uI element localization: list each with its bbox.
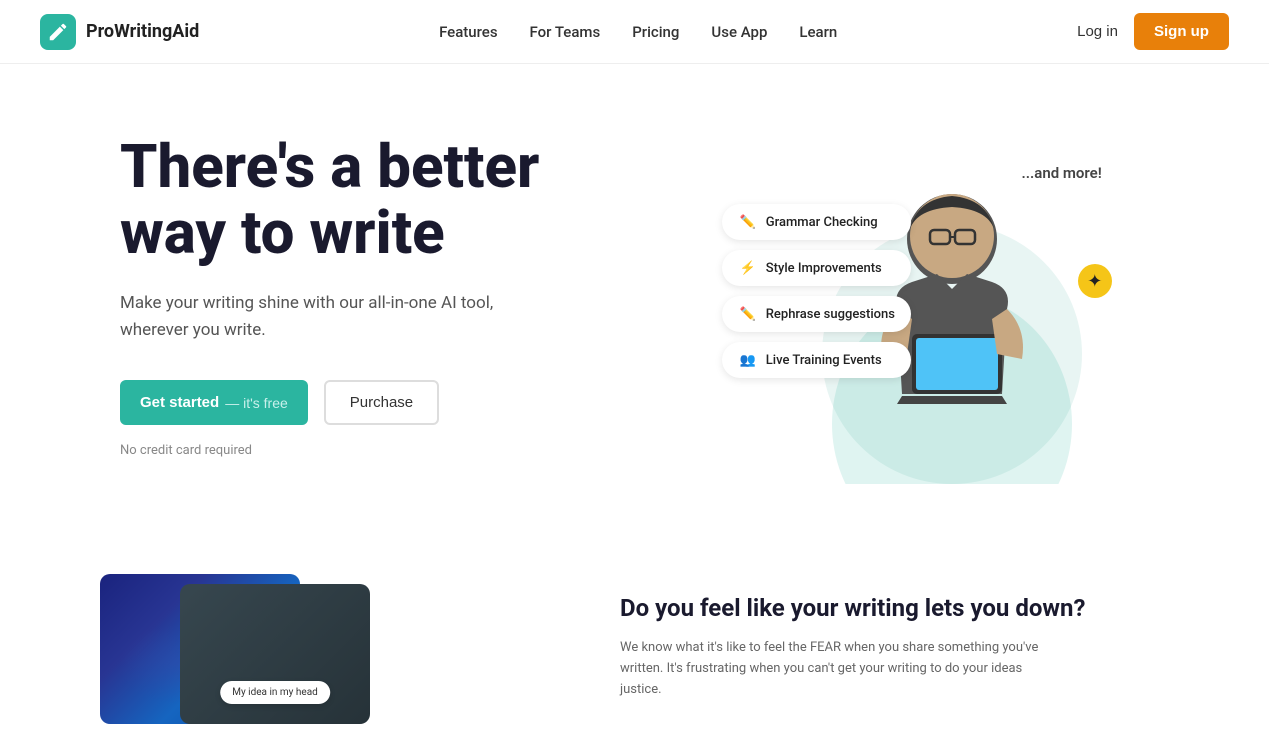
hero-subtext: Make your writing shine with our all-in-…: [120, 290, 520, 344]
training-label: Live Training Events: [766, 353, 882, 368]
login-button[interactable]: Log in: [1077, 23, 1118, 40]
feature-card-rephrase: ✏️ Rephrase suggestions: [722, 296, 911, 332]
hero-section: There's a better way to write Make your …: [0, 64, 1269, 544]
bottom-right-text: Do you feel like your writing lets you d…: [560, 554, 1229, 720]
bottom-headline: Do you feel like your writing lets you d…: [620, 594, 1209, 622]
logo-icon: [40, 14, 76, 50]
rephrase-label: Rephrase suggestions: [766, 307, 895, 322]
feature-cards: ✏️ Grammar Checking ⚡ Style Improvements…: [722, 204, 911, 378]
star-badge: ✦: [1078, 264, 1112, 298]
nav-for-teams[interactable]: For Teams: [530, 23, 601, 41]
speech-bubble: My idea in my head: [220, 681, 330, 704]
brand-name: ProWritingAid: [86, 21, 199, 42]
navbar: ProWritingAid Features For Teams Pricing…: [0, 0, 1269, 64]
and-more-text: ...and more!: [1021, 164, 1101, 182]
nav-pricing[interactable]: Pricing: [632, 23, 679, 41]
training-icon: 👥: [738, 350, 758, 370]
dark-card: My idea in my head: [180, 584, 370, 724]
bottom-text: We know what it's like to feel the FEAR …: [620, 638, 1040, 700]
free-tag: — it's free: [225, 395, 288, 411]
grammar-icon: ✏️: [738, 212, 758, 232]
grammar-label: Grammar Checking: [766, 215, 878, 230]
bottom-left-images: My idea in my head: [0, 554, 560, 734]
nav-use-app[interactable]: Use App: [711, 23, 767, 41]
feature-card-style: ⚡ Style Improvements: [722, 250, 911, 286]
headline-line1: There's a better: [120, 131, 539, 202]
logo-svg: [47, 21, 69, 43]
feature-card-grammar: ✏️ Grammar Checking: [722, 204, 911, 240]
style-icon: ⚡: [738, 258, 758, 278]
no-credit-card-text: No credit card required: [120, 443, 675, 458]
nav-features[interactable]: Features: [439, 23, 497, 41]
nav-learn[interactable]: Learn: [799, 23, 837, 41]
logo-link[interactable]: ProWritingAid: [40, 14, 199, 50]
nav-links: Features For Teams Pricing Use App Learn: [439, 22, 837, 41]
hero-cta: Get started — it's free Purchase: [120, 380, 675, 425]
get-started-label: Get started: [140, 394, 219, 411]
bottom-section: My idea in my head Do you feel like your…: [0, 554, 1269, 754]
person-illustration: ✏️ Grammar Checking ⚡ Style Improvements…: [782, 144, 1122, 484]
headline-line2: way to write: [120, 197, 445, 268]
hero-headline: There's a better way to write: [120, 134, 675, 266]
nav-right: Log in Sign up: [1077, 13, 1229, 50]
rephrase-icon: ✏️: [738, 304, 758, 324]
purchase-button[interactable]: Purchase: [324, 380, 439, 425]
feature-card-training: 👥 Live Training Events: [722, 342, 911, 378]
hero-right: ✏️ Grammar Checking ⚡ Style Improvements…: [675, 124, 1230, 504]
signup-button[interactable]: Sign up: [1134, 13, 1229, 50]
style-label: Style Improvements: [766, 261, 882, 276]
hero-left: There's a better way to write Make your …: [120, 124, 675, 458]
get-started-button[interactable]: Get started — it's free: [120, 380, 308, 425]
